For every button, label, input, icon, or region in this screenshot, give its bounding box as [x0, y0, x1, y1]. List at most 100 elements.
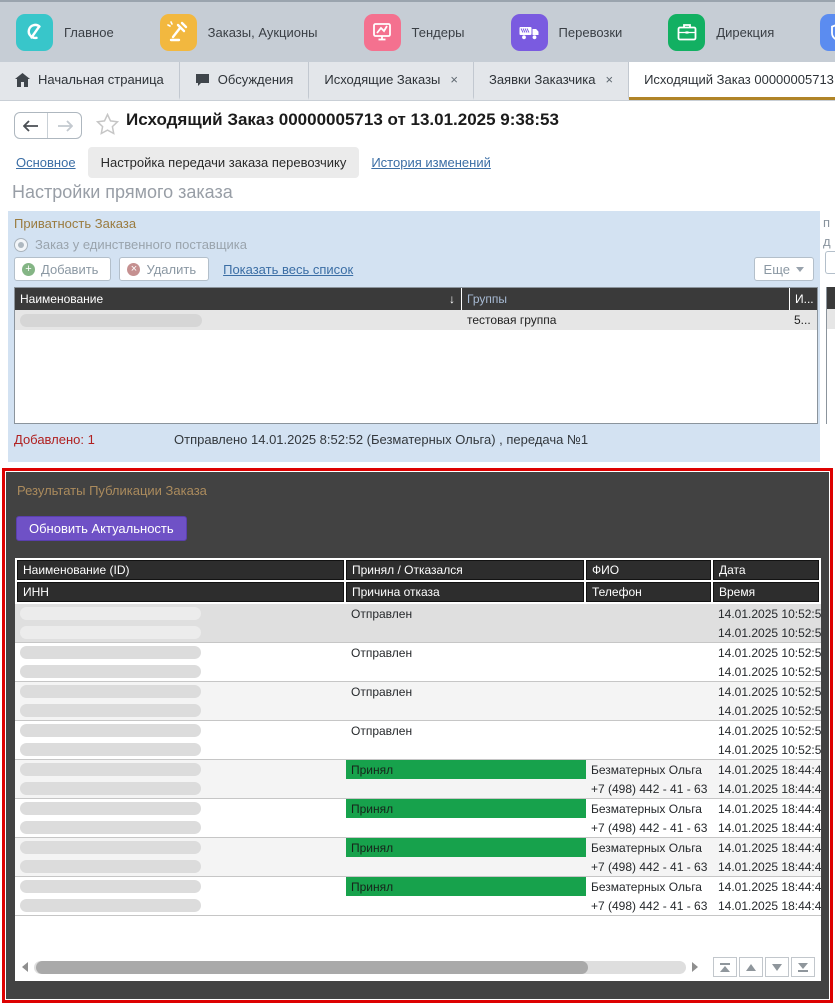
column-header-inn[interactable]: ИНН — [17, 582, 344, 602]
tab-close-icon[interactable]: × — [450, 72, 458, 87]
tab-customer-requests[interactable]: Заявки Заказчика × — [474, 62, 630, 100]
chevron-down-icon — [796, 266, 804, 272]
tab-outgoing-order-active[interactable]: Исходящий Заказ 00000005713 от 13. — [629, 62, 835, 100]
date-cell: 14.01.2025 18:44:4 — [718, 801, 821, 816]
i-cell: 5... — [794, 313, 811, 327]
section-orders-auctions[interactable]: Заказы, Аукционы — [159, 13, 318, 51]
column-header-fio[interactable]: ФИО — [586, 560, 711, 580]
date-cell: 14.01.2025 10:52:5 — [718, 645, 821, 660]
result-record[interactable]: Отправлен 14.01.2025 10:52:5 14.01.2025 … — [15, 643, 821, 682]
result-record[interactable]: Принял Безматерных Ольга 14.01.2025 18:4… — [15, 877, 821, 916]
date-cell: 14.01.2025 18:44:4 — [718, 762, 821, 777]
fio-cell: Безматерных Ольга — [591, 879, 702, 894]
row-navigation-buttons — [713, 957, 815, 977]
fio-cell: Безматерных Ольга — [591, 840, 702, 855]
tab-label: Исходящий Заказ 00000005713 от 13. — [644, 72, 835, 87]
single-supplier-radio-label: Заказ у единственного поставщика — [35, 237, 247, 252]
redacted-inn-block — [20, 821, 201, 834]
status-accepted-cell: Принял — [346, 838, 586, 857]
open-windows-tabbar: Начальная страница Обсуждения Исходящие … — [0, 62, 835, 101]
column-header-time[interactable]: Время — [713, 582, 819, 602]
section-title: Настройки прямого заказа — [12, 182, 233, 202]
table-row[interactable]: тестовая группа 5... — [15, 310, 817, 330]
more-button[interactable]: Еще — [753, 257, 814, 281]
results-panel-title: Результаты Публикации Заказа — [17, 483, 207, 498]
tab-close-icon[interactable]: × — [605, 72, 613, 87]
results-table-header: Наименование (ID) Принял / Отказался ФИО… — [15, 558, 821, 604]
status-cell: Отправлен — [351, 645, 413, 660]
history-nav-group — [14, 112, 82, 139]
delete-button[interactable]: × Удалить — [119, 257, 210, 281]
forward-button[interactable] — [48, 113, 81, 138]
suppliers-table-header: Наименование ↓ Группы И... — [15, 288, 817, 310]
previous-row-button[interactable] — [739, 957, 763, 977]
scroll-left-icon[interactable] — [19, 961, 31, 973]
column-header-date[interactable]: Дата — [713, 560, 819, 580]
fio-cell: Безматерных Ольга — [591, 762, 702, 777]
single-supplier-radio[interactable] — [14, 237, 28, 252]
date-cell: 14.01.2025 10:52:5 — [718, 606, 821, 621]
redacted-inn-block — [20, 782, 201, 795]
home-icon — [15, 72, 30, 87]
column-header-groups[interactable]: Группы — [462, 288, 790, 310]
speech-bubble-icon — [195, 73, 210, 87]
clipped-right-table — [826, 287, 835, 424]
column-header-accepted-declined[interactable]: Принял / Отказался — [346, 560, 584, 580]
column-header-i[interactable]: И... — [790, 288, 817, 310]
order-privacy-panel: Приватность Заказа Заказ у единственного… — [8, 211, 820, 462]
app-sections-toolbar: Главное Заказы, Аукционы Тендеры Перевоз… — [0, 0, 835, 62]
phone-cell: +7 (498) 442 - 41 - 63 — [591, 859, 708, 874]
status-cell: Отправлен — [351, 684, 413, 699]
redacted-name-block — [20, 880, 201, 893]
sort-desc-icon: ↓ — [449, 292, 455, 306]
fio-cell: Безматерных Ольга — [591, 801, 702, 816]
subtab-main[interactable]: Основное — [14, 148, 78, 177]
result-record[interactable]: Принял Безматерных Ольга 14.01.2025 18:4… — [15, 760, 821, 799]
go-first-row-button[interactable] — [713, 957, 737, 977]
subtab-carrier-transfer-settings[interactable]: Настройка передачи заказа перевозчику — [87, 147, 360, 178]
back-button[interactable] — [15, 113, 48, 138]
section-transport[interactable]: Перевозки — [510, 13, 622, 51]
redacted-name-block — [20, 841, 201, 854]
section-tenders[interactable]: Тендеры — [363, 13, 465, 51]
show-all-list-link[interactable]: Показать весь список — [223, 262, 353, 277]
section-label: Главное — [64, 24, 114, 40]
add-button[interactable]: + Добавить — [14, 257, 112, 281]
section-directorate[interactable]: Дирекция — [668, 13, 774, 51]
redacted-name-block — [20, 724, 201, 737]
refresh-actuality-button[interactable]: Обновить Актуальность — [16, 516, 187, 541]
redacted-inn-block — [20, 704, 201, 717]
form-subtabs: Основное Настройка передачи заказа перев… — [14, 147, 493, 178]
table-footer-info: Добавлено: 1 Отправлено 14.01.2025 8:52:… — [14, 432, 814, 447]
tab-home[interactable]: Начальная страница — [0, 62, 180, 100]
favorite-star-icon[interactable] — [96, 113, 119, 135]
redacted-name-block — [20, 802, 201, 815]
column-header-refusal-reason[interactable]: Причина отказа — [346, 582, 584, 602]
result-record[interactable]: Отправлен 14.01.2025 10:52:5 14.01.2025 … — [15, 682, 821, 721]
suppliers-table: Наименование ↓ Группы И... тестовая груп… — [14, 287, 818, 424]
date-cell: 14.01.2025 10:52:5 — [718, 723, 821, 738]
subtab-change-history[interactable]: История изменений — [369, 148, 493, 177]
column-header-phone[interactable]: Телефон — [586, 582, 711, 602]
redacted-inn-block — [20, 665, 201, 678]
shield-check-icon[interactable] — [820, 14, 835, 51]
column-header-name-id[interactable]: Наименование (ID) — [17, 560, 344, 580]
section-label: Заказы, Аукционы — [207, 24, 318, 40]
result-record[interactable]: Принял Безматерных Ольга 14.01.2025 18:4… — [15, 799, 821, 838]
result-record[interactable]: Принял Безматерных Ольга 14.01.2025 18:4… — [15, 838, 821, 877]
scrollbar-thumb[interactable] — [35, 960, 588, 974]
horizontal-scrollbar[interactable] — [33, 960, 687, 974]
result-record[interactable]: Отправлен 14.01.2025 10:52:5 14.01.2025 … — [15, 604, 821, 643]
next-row-button[interactable] — [765, 957, 789, 977]
tab-discussions[interactable]: Обсуждения — [180, 62, 310, 100]
tab-label: Начальная страница — [38, 72, 164, 87]
column-header-name[interactable]: Наименование ↓ — [15, 288, 462, 310]
result-record[interactable]: Отправлен 14.01.2025 10:52:5 14.01.2025 … — [15, 721, 821, 760]
go-last-row-button[interactable] — [791, 957, 815, 977]
section-main[interactable]: Главное — [16, 13, 114, 51]
briefcase-icon — [668, 13, 706, 51]
tab-outgoing-orders[interactable]: Исходящие Заказы × — [309, 62, 474, 100]
status-cell: Отправлен — [351, 606, 413, 621]
redacted-name-block — [20, 685, 201, 698]
scroll-right-icon[interactable] — [689, 961, 701, 973]
